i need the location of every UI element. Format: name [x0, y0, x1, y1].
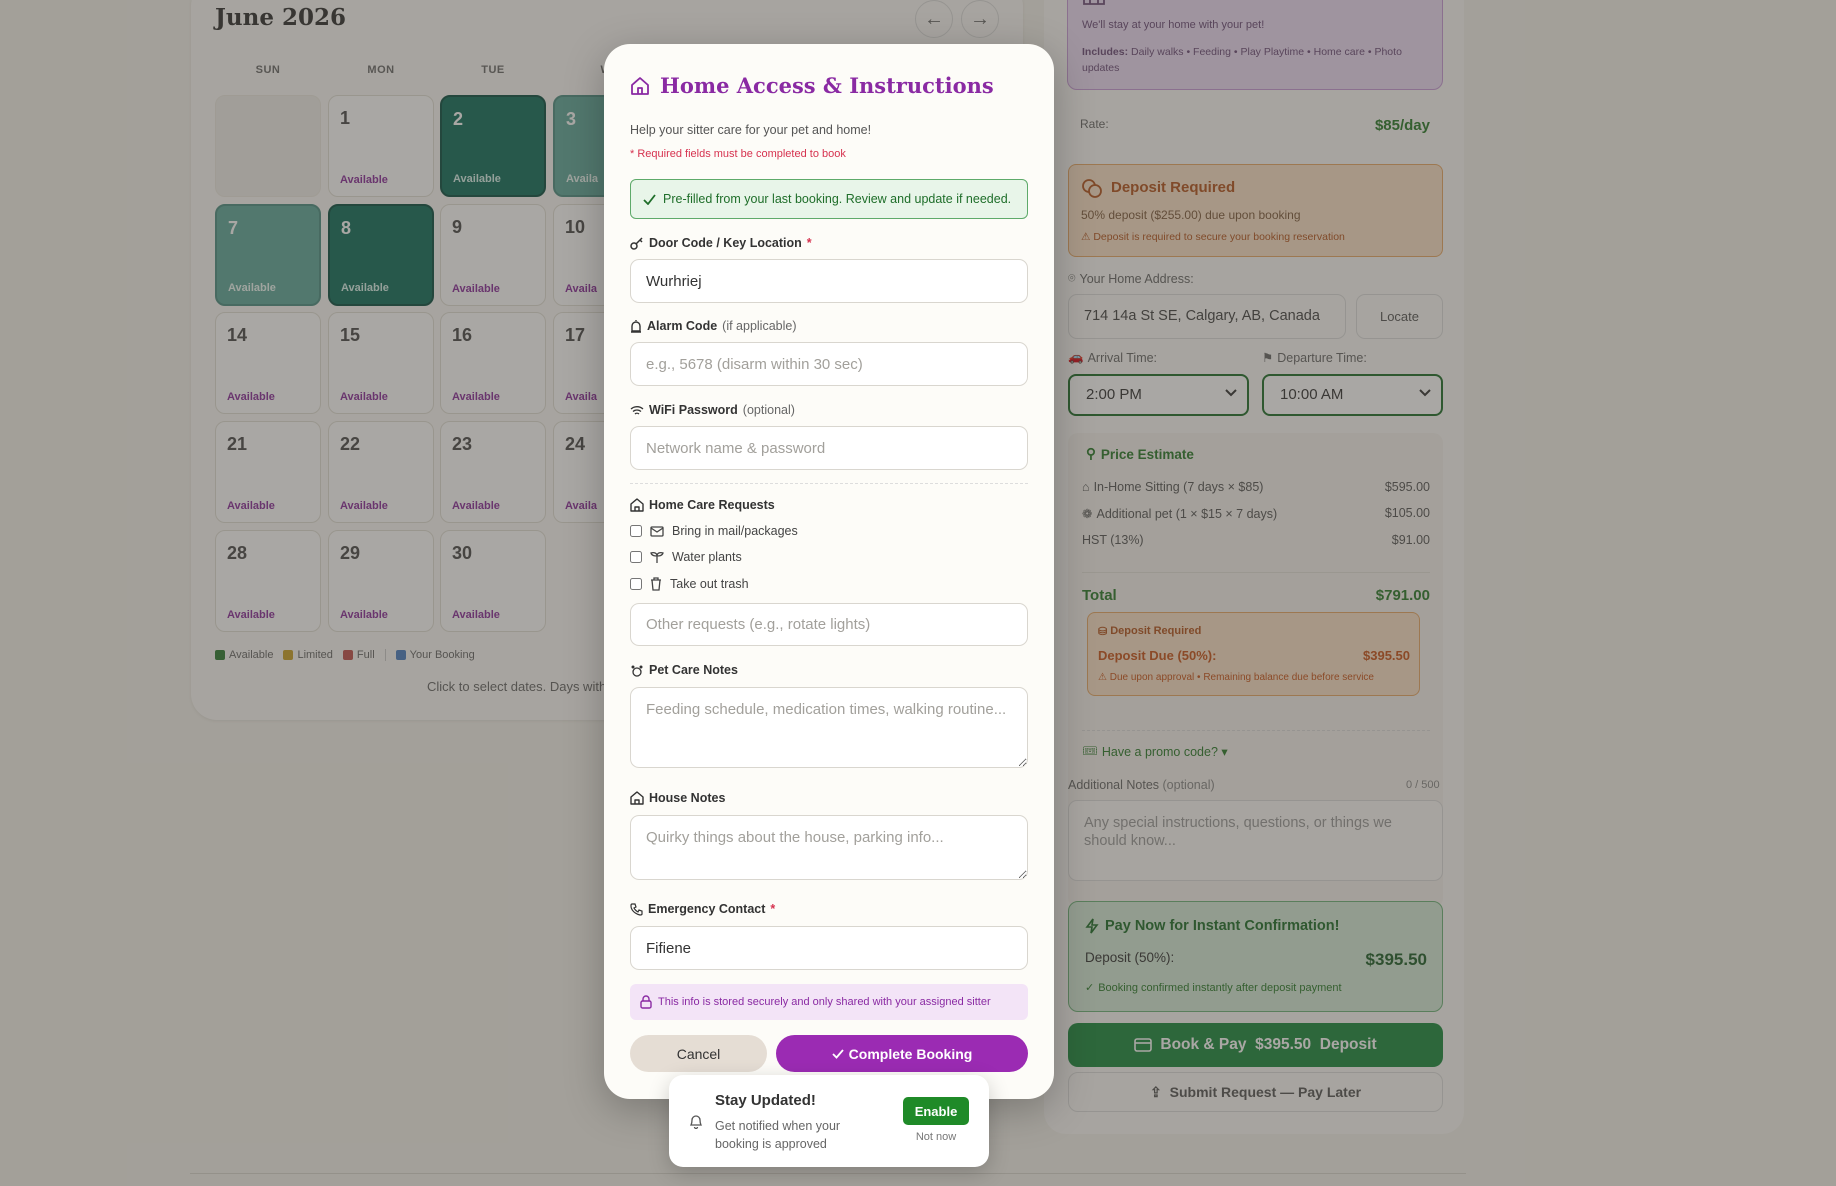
house-icon — [630, 498, 644, 512]
home-care-label: Home Care Requests — [630, 498, 775, 512]
prefill-notice: Pre-filled from your last booking. Revie… — [630, 179, 1028, 219]
plant-icon — [650, 551, 664, 564]
alarm-code-label: Alarm Code (if applicable) — [630, 319, 797, 333]
required-note: * Required fields must be completed to b… — [630, 148, 846, 160]
pet-care-notes-textarea[interactable] — [630, 687, 1028, 768]
mail-checkbox[interactable] — [630, 525, 642, 537]
section-divider — [630, 483, 1028, 484]
trash-checkbox[interactable] — [630, 578, 642, 590]
wifi-icon — [630, 405, 644, 416]
key-icon — [630, 236, 644, 250]
modal-title-text: Home Access & Instructions — [660, 73, 994, 98]
door-code-label: Door Code / Key Location * — [630, 236, 812, 250]
modal-subtitle: Help your sitter care for your pet and h… — [630, 123, 872, 137]
other-requests-input[interactable] — [630, 603, 1028, 646]
mail-icon — [650, 525, 664, 537]
checkmark-icon — [643, 193, 656, 205]
home-access-modal: Home Access & Instructions Help your sit… — [604, 44, 1054, 1099]
lock-icon — [640, 995, 652, 1009]
toast-body: Get notified when your booking is approv… — [715, 1119, 841, 1151]
security-notice: This info is stored securely and only sh… — [630, 984, 1028, 1020]
emergency-contact-input[interactable] — [630, 926, 1028, 970]
wifi-input[interactable] — [630, 426, 1028, 470]
bell-icon — [689, 1114, 703, 1129]
mail-checkbox-row[interactable]: Bring in mail/packages — [630, 524, 798, 538]
emergency-contact-label: Emergency Contact * — [630, 902, 775, 916]
house-notes-textarea[interactable] — [630, 815, 1028, 880]
complete-booking-button[interactable]: Complete Booking — [776, 1035, 1028, 1072]
trash-icon — [650, 577, 662, 591]
alarm-code-input[interactable] — [630, 342, 1028, 386]
pet-care-label: Pet Care Notes — [630, 663, 738, 677]
house-icon — [630, 791, 644, 805]
alarm-icon — [630, 319, 642, 333]
phone-icon — [630, 902, 643, 916]
paw-icon — [630, 664, 644, 677]
house-icon — [630, 76, 650, 96]
wifi-label: WiFi Password (optional) — [630, 403, 795, 417]
not-now-link[interactable]: Not now — [903, 1131, 969, 1143]
toast-title: Stay Updated! — [715, 1092, 816, 1109]
notification-toast: Stay Updated! Get notified when your boo… — [669, 1075, 989, 1167]
plants-checkbox[interactable] — [630, 551, 642, 563]
modal-title: Home Access & Instructions — [630, 73, 994, 98]
door-code-input[interactable] — [630, 259, 1028, 303]
checkmark-icon — [832, 1048, 844, 1059]
plants-checkbox-row[interactable]: Water plants — [630, 550, 742, 564]
cancel-button[interactable]: Cancel — [630, 1035, 767, 1072]
house-notes-label: House Notes — [630, 791, 725, 805]
trash-checkbox-row[interactable]: Take out trash — [630, 577, 749, 591]
enable-notifications-button[interactable]: Enable — [903, 1097, 969, 1125]
